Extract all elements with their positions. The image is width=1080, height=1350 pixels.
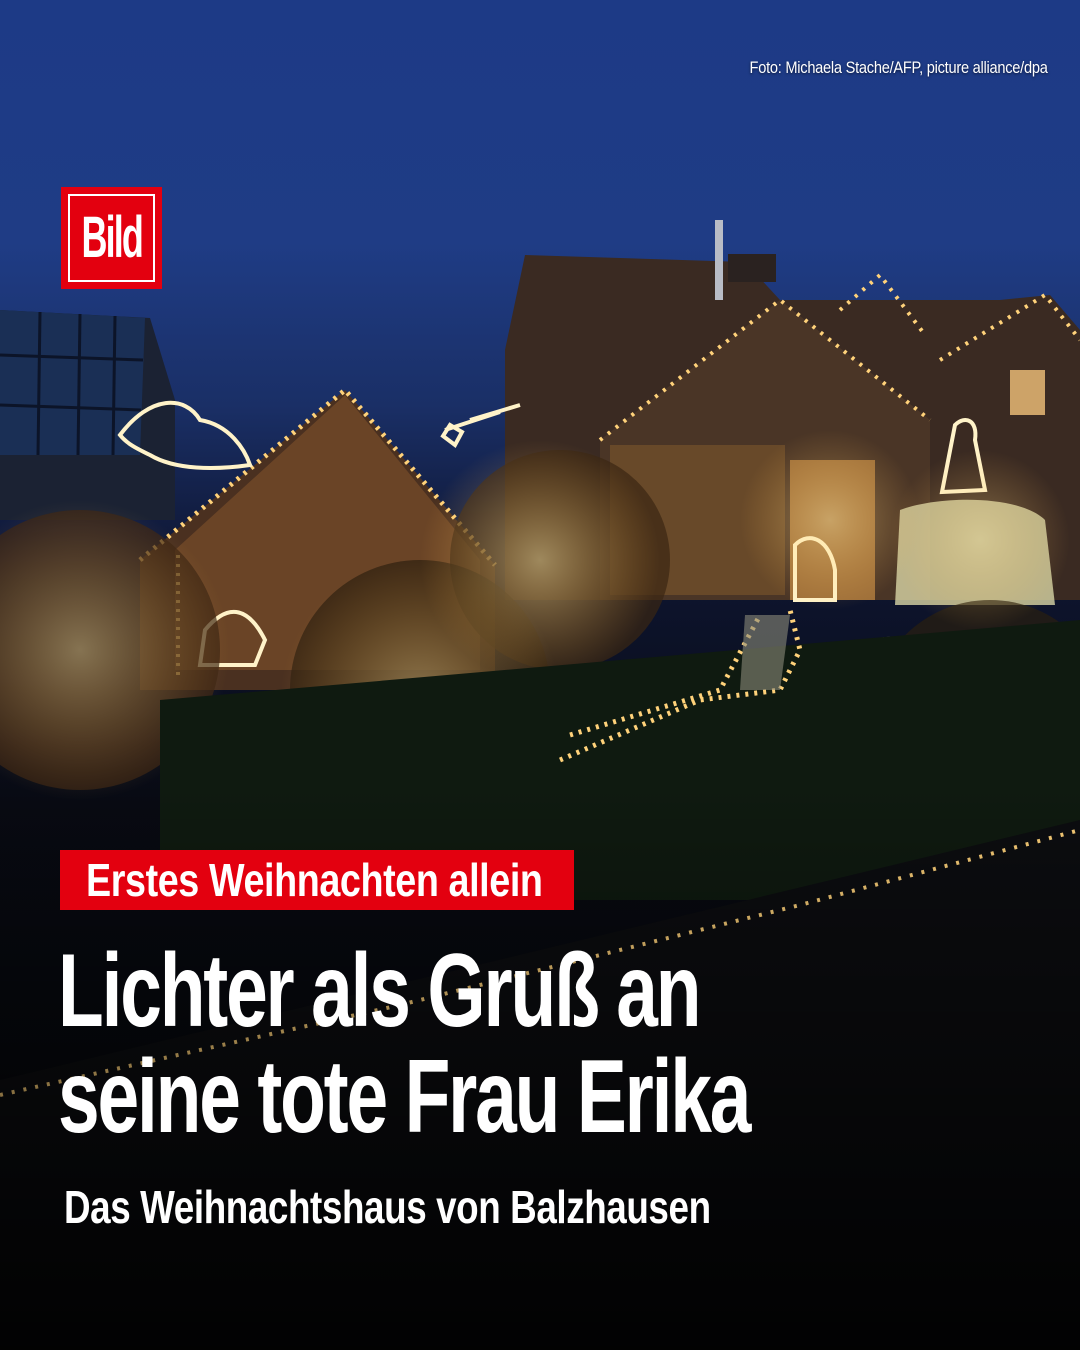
overline-badge: Erstes Weihnachten allein bbox=[60, 850, 574, 910]
logo-text: Bild bbox=[81, 205, 143, 270]
solar-house bbox=[0, 310, 175, 520]
overline-text: Erstes Weihnachten allein bbox=[86, 854, 543, 906]
headline: Lichter als Gruß an seine tote Frau Erik… bbox=[58, 938, 1058, 1150]
headline-line-2: seine tote Frau Erika bbox=[58, 1039, 751, 1155]
bild-logo: Bild bbox=[61, 187, 162, 289]
subline: Das Weihnachtshaus von Balzhausen bbox=[64, 1181, 711, 1233]
photo-credit: Foto: Michaela Stache/AFP, picture allia… bbox=[749, 58, 1048, 77]
headline-line-1: Lichter als Gruß an bbox=[58, 933, 702, 1049]
post-image: Foto: Michaela Stache/AFP, picture allia… bbox=[0, 0, 1080, 1350]
